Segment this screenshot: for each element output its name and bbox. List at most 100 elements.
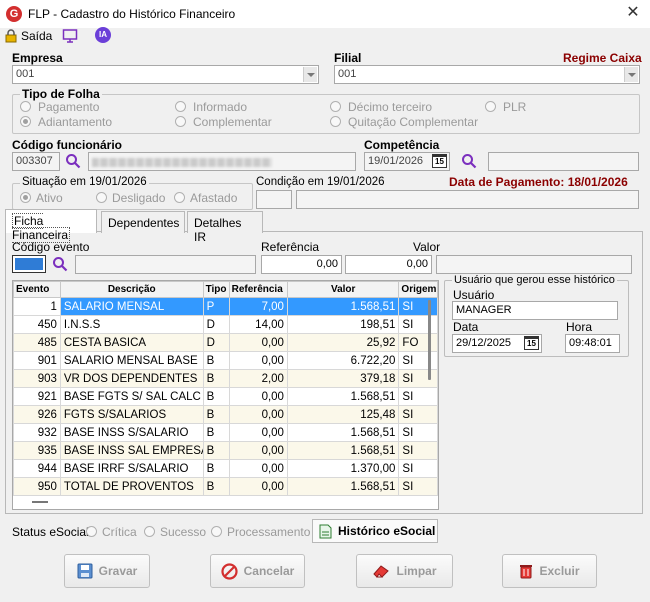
cell-evento: 935 — [13, 441, 61, 460]
calendar-icon[interactable]: 15 — [432, 154, 447, 168]
monitor-icon[interactable] — [62, 28, 78, 44]
radio-pagamento[interactable] — [20, 101, 31, 112]
cancelar-label: Cancelar — [243, 564, 295, 578]
empresa-value: 001 — [16, 68, 35, 80]
excluir-button[interactable]: Excluir — [502, 554, 597, 588]
cell-tipo: D — [202, 315, 230, 334]
column-header-descricao[interactable]: Descrição — [59, 281, 204, 298]
table-row[interactable]: 932 BASE INSS S/SALARIO B 0,00 1.568,51 … — [13, 423, 438, 442]
radio-complementar[interactable] — [175, 116, 186, 127]
referencia-label: Referência — [261, 240, 320, 254]
tab-dependentes[interactable]: Dependentes — [101, 211, 185, 233]
table-row[interactable]: 944 BASE IRRF S/SALARIO B 0,00 1.370,00 … — [13, 459, 438, 478]
radio-afastado[interactable] — [174, 192, 185, 203]
cell-valor: 6.722,20 — [286, 351, 400, 370]
table-row[interactable]: 926 FGTS S/SALARIOS B 0,00 125,48 SI — [13, 405, 438, 424]
chevron-down-icon[interactable] — [624, 67, 638, 82]
save-icon — [77, 563, 93, 579]
excluir-label: Excluir — [539, 564, 580, 578]
data-label: Data — [453, 320, 479, 334]
tab-detalhes-ir[interactable]: Detalhes IR — [187, 211, 263, 244]
table-row[interactable]: 950 TOTAL DE PROVENTOS B 0,00 1.568,51 S… — [13, 477, 438, 496]
table-row[interactable]: 903 VR DOS DEPENDENTES B 2,00 379,18 SI — [13, 369, 438, 388]
search-icon[interactable] — [461, 153, 477, 172]
cancelar-button[interactable]: Cancelar — [210, 554, 305, 588]
funcionario-name-input[interactable] — [88, 152, 356, 171]
table-row[interactable]: 485 CESTA BASICA D 0,00 25,92 FO — [13, 333, 438, 352]
valor-input[interactable]: 0,00 — [345, 255, 432, 274]
referencia-value: 0,00 — [316, 258, 338, 270]
usuario-input[interactable]: MANAGER — [452, 301, 618, 320]
radio-ativo[interactable] — [20, 192, 31, 203]
cell-tipo: B — [202, 441, 230, 460]
cell-descricao: BASE IRRF S/SALARIO — [59, 459, 204, 478]
column-header-tipo[interactable]: Tipo — [202, 281, 230, 298]
cell-referencia: 0,00 — [228, 387, 288, 406]
table-row[interactable]: 1 SALARIO MENSAL P 7,00 1.568,51 SI — [13, 297, 438, 316]
saida-label: Saída — [21, 29, 53, 43]
hora-input[interactable]: 09:48:01 — [565, 334, 620, 353]
close-icon[interactable]: ✕ — [622, 3, 644, 23]
cell-evento: 450 — [13, 315, 61, 334]
gravar-button[interactable]: Gravar — [64, 554, 150, 588]
saida-button[interactable]: Saída — [4, 28, 54, 44]
cell-valor: 379,18 — [286, 369, 400, 388]
usuario-group-title: Usuário que gerou esse histórico — [452, 274, 617, 286]
radio-processamento[interactable] — [211, 526, 222, 537]
radio-quitacao-complementar[interactable] — [330, 116, 341, 127]
codigo-evento-input[interactable] — [12, 255, 46, 273]
usuario-label: Usuário — [453, 288, 495, 302]
cell-valor: 125,48 — [286, 405, 400, 424]
radio-critica[interactable] — [86, 526, 97, 537]
radio-desligado[interactable] — [96, 192, 107, 203]
column-header-referencia[interactable]: Referência — [228, 281, 288, 298]
cancel-icon — [221, 562, 238, 580]
funcionario-code-input[interactable]: 003307 — [12, 152, 60, 171]
cell-descricao: SALARIO MENSAL — [59, 297, 204, 316]
calendar-icon[interactable]: 15 — [524, 336, 539, 350]
chevron-down-icon[interactable] — [303, 67, 317, 82]
radio-plr-label: PLR — [503, 100, 527, 114]
competencia-extra-input[interactable] — [488, 152, 639, 171]
empresa-select[interactable]: 001 — [12, 65, 319, 84]
codigo-evento-label: Código evento — [12, 240, 90, 254]
tab-ficha-financeira[interactable]: Ficha Financeira — [5, 209, 97, 243]
column-header-origem[interactable]: Origem — [398, 281, 438, 298]
search-icon[interactable] — [65, 153, 81, 172]
cell-origem: SI — [398, 459, 438, 478]
cell-referencia: 0,00 — [228, 405, 288, 424]
radio-adiantamento[interactable] — [20, 116, 31, 127]
table-row[interactable]: 450 I.N.S.S D 14,00 198,51 SI — [13, 315, 438, 334]
ia-button[interactable]: IA — [95, 27, 111, 43]
competencia-label: Competência — [364, 138, 440, 152]
limpar-label: Limpar — [396, 564, 437, 578]
radio-sucesso[interactable] — [144, 526, 155, 537]
radio-decimo-terceiro[interactable] — [330, 101, 341, 112]
table-row[interactable]: 901 SALARIO MENSAL BASE B 0,00 6.722,20 … — [13, 351, 438, 370]
limpar-button[interactable]: Limpar — [356, 554, 453, 588]
condicao-code-input[interactable] — [256, 190, 292, 209]
cell-evento: 901 — [13, 351, 61, 370]
column-header-evento[interactable]: Evento — [13, 281, 61, 298]
cell-descricao: I.N.S.S — [59, 315, 204, 334]
cell-referencia: 0,00 — [228, 459, 288, 478]
cell-evento: 932 — [13, 423, 61, 442]
table-row[interactable]: 935 BASE INSS SAL EMPRESA B 0,00 1.568,5… — [13, 441, 438, 460]
eraser-icon — [373, 565, 390, 578]
grid-vertical-scrollbar[interactable] — [428, 300, 431, 380]
evento-desc-input[interactable] — [75, 255, 256, 274]
eventos-grid[interactable]: Evento Descrição Tipo Referência Valor O… — [12, 280, 439, 510]
radio-informado[interactable] — [175, 101, 186, 112]
codigo-evento-selection — [15, 258, 43, 270]
grid-horizontal-scrollbar[interactable] — [32, 501, 48, 503]
table-row[interactable]: 921 BASE FGTS S/ SAL CALC B 0,00 1.568,5… — [13, 387, 438, 406]
column-header-valor[interactable]: Valor — [286, 281, 400, 298]
evento-extra-input[interactable] — [436, 255, 632, 274]
search-icon[interactable] — [52, 256, 68, 275]
radio-plr[interactable] — [485, 101, 496, 112]
referencia-input[interactable]: 0,00 — [261, 255, 342, 274]
historico-esocial-button[interactable]: Histórico eSocial — [312, 519, 438, 543]
condicao-desc-input[interactable] — [296, 190, 639, 209]
cell-tipo: B — [202, 351, 230, 370]
filial-select[interactable]: 001 — [334, 65, 640, 84]
